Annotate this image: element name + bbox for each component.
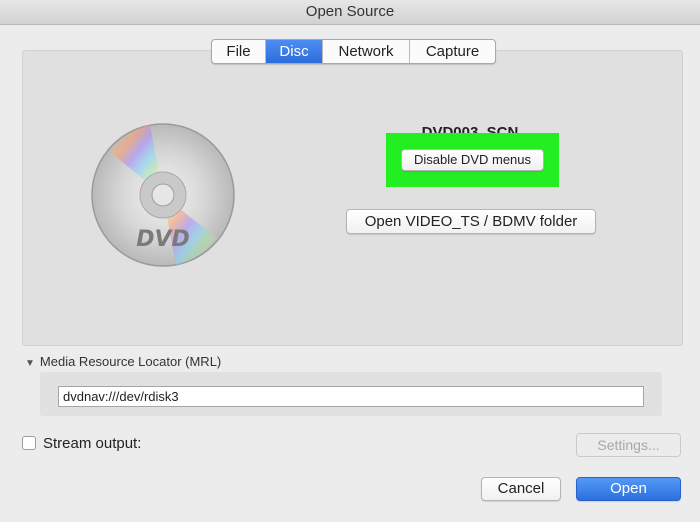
disable-dvd-menus-button[interactable]: Disable DVD menus [401,149,544,171]
mrl-section-label: Media Resource Locator (MRL) [39,354,222,369]
source-tabs: File Disc Network Capture [211,39,496,64]
tab-file[interactable]: File [212,40,266,63]
tab-network[interactable]: Network [323,40,410,63]
mrl-input[interactable]: dvdnav:///dev/rdisk3 [58,386,644,407]
tab-capture[interactable]: Capture [410,40,495,63]
stream-output-checkbox[interactable] [22,436,36,450]
open-folder-button[interactable]: Open VIDEO_TS / BDMV folder [346,209,596,234]
tab-disc[interactable]: Disc [266,40,323,63]
dvd-logo: DVD [136,227,190,252]
mrl-section-toggle[interactable]: ▼ Media Resource Locator (MRL) [25,354,221,369]
disclosure-triangle-icon: ▼ [25,358,35,369]
settings-button[interactable]: Settings... [576,433,681,457]
window-titlebar: Open Source [0,0,700,25]
window-title: Open Source [305,3,395,20]
dvd-disc-icon: DVD [90,122,236,268]
stream-output-label: Stream output: [43,435,142,452]
cancel-button[interactable]: Cancel [481,477,561,501]
open-button[interactable]: Open [576,477,681,501]
